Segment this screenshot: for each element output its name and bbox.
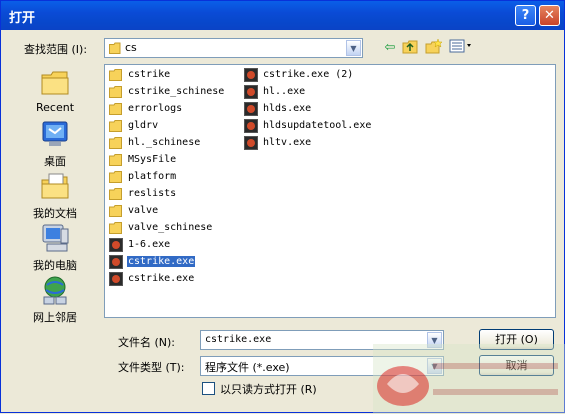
file-name: platform <box>128 171 177 182</box>
place-label: 网上邻居 <box>33 311 77 324</box>
file-name: hl..exe <box>263 86 306 97</box>
place-label: 我的文档 <box>33 207 77 220</box>
file-name: errorlogs <box>128 103 183 114</box>
folder-icon <box>109 137 122 149</box>
look-in-select[interactable]: cs ▼ <box>104 38 363 58</box>
up-folder-icon[interactable] <box>402 39 420 57</box>
filetype-label: 文件类型 (T): <box>118 361 185 374</box>
file-name: gldrv <box>128 120 159 131</box>
file-name: hldsupdatetool.exe <box>263 120 372 131</box>
view-menu-icon[interactable] <box>449 39 473 57</box>
close-button[interactable]: ✕ <box>539 5 560 26</box>
file-name: reslists <box>128 188 177 199</box>
my-documents-icon <box>41 173 69 199</box>
file-name: cstrike_schinese <box>128 86 225 97</box>
file-name: cstrike <box>128 69 171 80</box>
folder-icon <box>109 171 122 183</box>
exe-icon <box>109 255 123 269</box>
place-label: Recent <box>35 101 75 114</box>
folder-icon <box>109 42 121 54</box>
exe-icon <box>244 119 258 133</box>
folder-icon <box>109 222 122 234</box>
file-name: 1-6.exe <box>128 239 171 250</box>
file-name: valve_schinese <box>128 222 213 233</box>
folder-icon <box>109 188 122 200</box>
place-my-documents[interactable]: 我的文档 <box>25 171 85 221</box>
my-computer-icon <box>42 224 69 252</box>
folder-icon <box>109 103 122 115</box>
network-icon <box>43 276 67 305</box>
new-folder-icon[interactable] <box>425 38 443 57</box>
file-name: cstrike.exe <box>128 273 195 284</box>
file-name: hl._schinese <box>128 137 201 148</box>
open-file-dialog: 打开 ? ✕ 查找范围 (I): cs ▼ ⇦ Recent 桌面 我的文档 我… <box>0 0 565 414</box>
file-list[interactable]: cstrike cstrike_schinese errorlogs gldrv hl.… <box>104 64 556 318</box>
filename-value: cstrike.exe <box>205 334 272 345</box>
folder-icon <box>109 154 122 166</box>
chevron-down-icon: ▼ <box>346 40 361 56</box>
look-in-value: cs <box>125 41 137 54</box>
filetype-value: 程序文件 (*.exe) <box>205 361 290 374</box>
readonly-checkbox[interactable] <box>202 382 215 395</box>
file-name: hlds.exe <box>263 103 312 114</box>
desktop-icon <box>42 121 68 146</box>
file-name: hltv.exe <box>263 137 312 148</box>
folder-icon <box>109 86 122 98</box>
look-in-label: 查找范围 (I): <box>24 43 88 56</box>
folder-icon <box>109 205 122 217</box>
exe-icon <box>109 238 123 252</box>
title-bar[interactable]: 打开 ? ✕ <box>1 1 564 30</box>
place-label: 桌面 <box>44 155 66 168</box>
readonly-label: 以只读方式打开 (R) <box>220 383 317 396</box>
place-recent[interactable]: Recent <box>25 67 85 114</box>
back-icon[interactable]: ⇦ <box>381 39 399 57</box>
recent-icon <box>41 71 69 95</box>
exe-icon <box>244 85 258 99</box>
folder-icon <box>109 120 122 132</box>
filename-label: 文件名 (N): <box>118 336 176 349</box>
exe-icon <box>244 68 258 82</box>
place-my-computer[interactable]: 我的电脑 <box>25 223 85 273</box>
place-label: 我的电脑 <box>33 259 77 272</box>
folder-icon <box>109 69 122 81</box>
watermark-logo <box>373 344 565 414</box>
place-desktop[interactable]: 桌面 <box>25 119 85 169</box>
exe-icon <box>244 136 258 150</box>
help-button[interactable]: ? <box>515 5 536 26</box>
window-title: 打开 <box>9 11 36 26</box>
exe-icon <box>109 272 123 286</box>
file-name: valve <box>128 205 159 216</box>
exe-icon <box>244 102 258 116</box>
place-network[interactable]: 网上邻居 <box>25 275 85 325</box>
file-name: cstrike.exe (2) <box>263 69 354 80</box>
file-name: cstrike.exe <box>127 256 196 267</box>
file-name: MSysFile <box>128 154 177 165</box>
